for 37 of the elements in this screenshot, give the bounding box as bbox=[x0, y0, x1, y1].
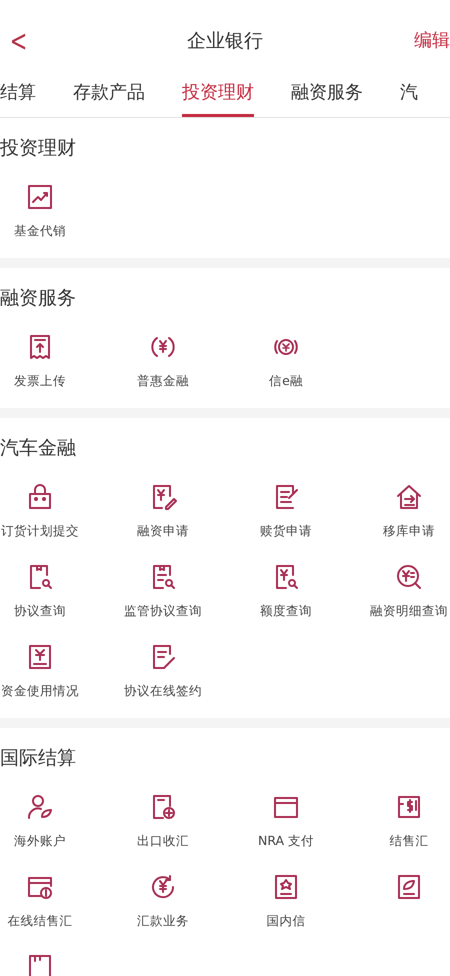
service-button[interactable]: 出口收汇 bbox=[123, 792, 203, 849]
service-button[interactable]: 赎货申请 bbox=[246, 482, 326, 539]
section-title: 投资理财 bbox=[0, 136, 77, 161]
service-button[interactable]: 移库申请 bbox=[369, 482, 449, 539]
service-button[interactable]: 结售汇 bbox=[369, 792, 449, 849]
service-button[interactable]: 基金代销 bbox=[0, 182, 80, 239]
back-button[interactable]: < bbox=[10, 24, 28, 60]
user-leaf-icon bbox=[25, 792, 55, 822]
edit-button[interactable]: 编辑 bbox=[414, 29, 450, 53]
chart-icon bbox=[25, 182, 55, 212]
service-button[interactable]: 监管协议查询 bbox=[123, 562, 203, 619]
service-button[interactable]: 协议查询 bbox=[0, 562, 80, 619]
page-title: 企业银行 bbox=[187, 29, 263, 54]
service-button[interactable]: 国内信 bbox=[246, 872, 326, 929]
service-button[interactable]: 融资申请 bbox=[123, 482, 203, 539]
service-button[interactable]: 发票上传 bbox=[0, 332, 80, 389]
service-button[interactable]: 额度查询 bbox=[246, 562, 326, 619]
section-title: 汽车金融 bbox=[0, 436, 77, 461]
tab[interactable]: 存款产品 bbox=[73, 82, 145, 117]
section-title: 国际结算 bbox=[0, 746, 77, 771]
service-button[interactable]: 融资明细查询 bbox=[369, 562, 449, 619]
service-button[interactable]: 汇款业务 bbox=[123, 872, 203, 929]
tab[interactable]: 汽 bbox=[400, 82, 418, 117]
service-button[interactable]: NRA 支付 bbox=[246, 792, 326, 849]
house-arrow-icon bbox=[394, 482, 424, 512]
service-button[interactable]: 资金使用情况 bbox=[0, 642, 80, 699]
service-button[interactable]: 普惠金融 bbox=[123, 332, 203, 389]
tab[interactable]: 结算 bbox=[0, 82, 36, 117]
tab[interactable]: 融资服务 bbox=[291, 82, 363, 117]
section-title: 融资服务 bbox=[0, 286, 77, 311]
service-button[interactable]: 在线结售汇 bbox=[0, 872, 80, 929]
service-button[interactable]: 海外账户 bbox=[0, 792, 80, 849]
yen-search-icon bbox=[394, 562, 424, 592]
tab[interactable]: 投资理财 bbox=[182, 82, 254, 117]
service-button[interactable]: 协议在线签约 bbox=[123, 642, 203, 699]
service-button[interactable]: 信e融 bbox=[246, 332, 326, 389]
service-button[interactable]: 订货计划提交 bbox=[0, 482, 80, 539]
